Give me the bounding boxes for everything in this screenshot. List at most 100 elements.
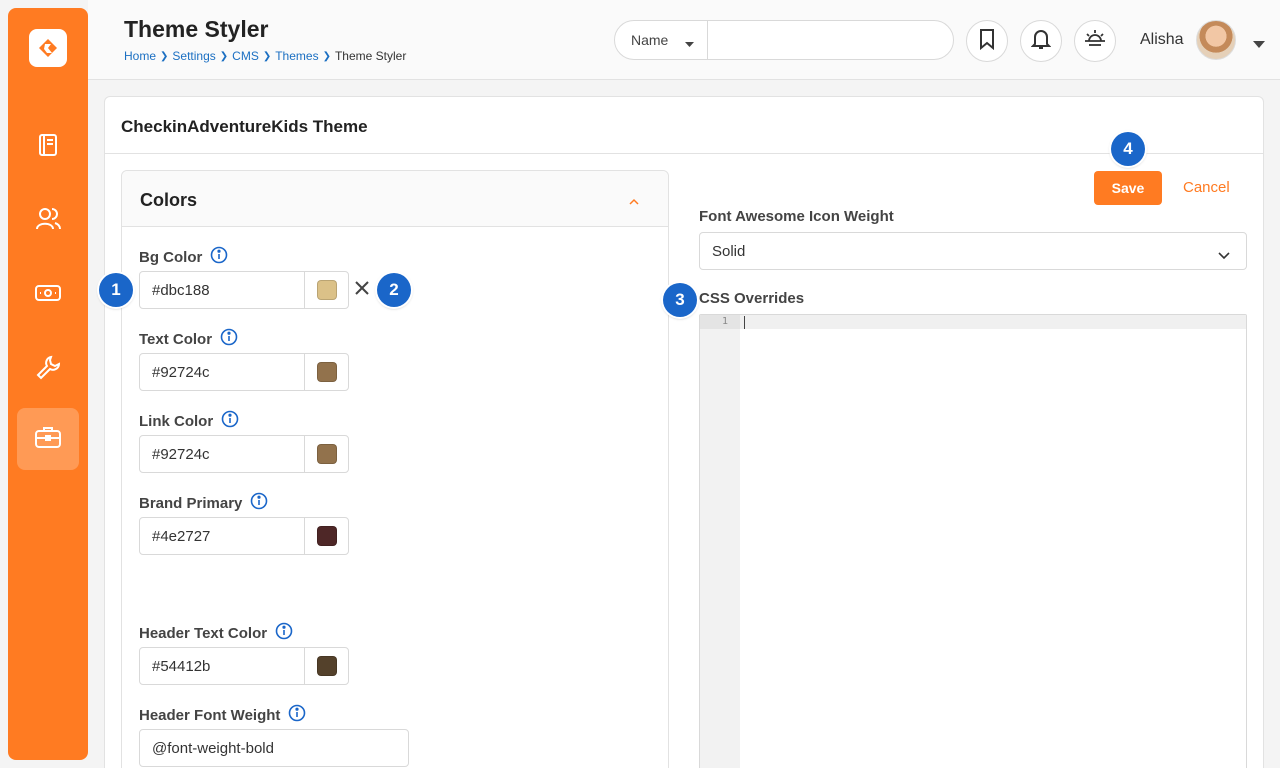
color-swatch: [317, 526, 337, 546]
bell-icon: [1030, 28, 1052, 55]
info-icon[interactable]: [210, 246, 228, 268]
info-icon[interactable]: [275, 622, 293, 644]
brand-primary-value[interactable]: #4e2727: [152, 528, 210, 545]
user-menu[interactable]: Alisha: [1128, 14, 1272, 66]
sidebar-item-people[interactable]: [17, 190, 79, 252]
info-icon[interactable]: [288, 704, 306, 726]
text-cursor: [744, 316, 745, 329]
info-icon[interactable]: [220, 328, 238, 350]
annotation-badge: 1: [99, 273, 133, 307]
bg-color-input[interactable]: #dbc188: [139, 271, 349, 309]
sidebar-item-admin[interactable]: [17, 408, 79, 470]
wrench-icon: [34, 353, 62, 386]
icon-weight-label: Font Awesome Icon Weight: [699, 208, 894, 225]
save-button[interactable]: Save: [1094, 171, 1162, 205]
icon-weight-select[interactable]: Solid: [699, 232, 1247, 270]
clear-icon[interactable]: [355, 281, 369, 300]
chevron-right-icon: ❯: [160, 50, 169, 62]
color-swatch: [317, 280, 337, 300]
chevron-down-icon: [1218, 247, 1230, 265]
sidebar-item-book[interactable]: [17, 116, 79, 178]
header-text-color-label-text: Header Text Color: [139, 624, 268, 642]
annotation-badge: 4: [1111, 132, 1145, 166]
page-header: Theme Styler Home ❯ Settings ❯ CMS ❯ The…: [88, 0, 1280, 80]
brand-primary-label: Brand Primary: [139, 492, 268, 514]
finance-icon: [34, 280, 62, 311]
sidebar-item-tools[interactable]: [17, 338, 79, 400]
people-icon: [34, 205, 62, 238]
text-color-value[interactable]: #92724c: [152, 364, 210, 381]
breadcrumb-themes[interactable]: Themes: [275, 49, 318, 63]
search-bar: Name: [614, 20, 954, 60]
avatar: [1196, 20, 1236, 60]
header-font-weight-value[interactable]: @font-weight-bold: [152, 740, 274, 757]
header-text-color-input[interactable]: #54412b: [139, 647, 349, 685]
header-font-weight-label: Header Font Weight: [139, 704, 306, 726]
bg-color-label: Bg Color: [139, 246, 228, 268]
link-color-value[interactable]: #92724c: [152, 446, 210, 463]
header-text-color-picker[interactable]: [304, 648, 349, 684]
annotation-badge: 2: [377, 273, 411, 307]
theme-toggle-button[interactable]: [1074, 20, 1116, 62]
breadcrumb-home[interactable]: Home: [124, 49, 156, 63]
color-swatch: [317, 362, 337, 382]
chevron-right-icon: ❯: [322, 50, 331, 62]
header-text-color-label: Header Text Color: [139, 622, 293, 644]
caret-down-icon: [684, 36, 695, 52]
bg-color-label-text: Bg Color: [139, 248, 203, 266]
briefcase-icon: [34, 424, 62, 455]
bg-color-value[interactable]: #dbc188: [152, 282, 210, 299]
page-title: Theme Styler: [124, 16, 269, 42]
icon-weight-value: Solid: [712, 243, 746, 260]
header-font-weight-label-text: Header Font Weight: [139, 706, 281, 724]
header-font-weight-input[interactable]: @font-weight-bold: [139, 729, 409, 767]
text-color-input[interactable]: #92724c: [139, 353, 349, 391]
link-color-input[interactable]: #92724c: [139, 435, 349, 473]
text-color-label: Text Color: [139, 328, 238, 350]
editor-gutter: [700, 315, 740, 768]
link-color-label: Link Color: [139, 410, 239, 432]
text-color-label-text: Text Color: [139, 330, 213, 348]
chevron-right-icon: ❯: [219, 50, 229, 62]
breadcrumb-settings[interactable]: Settings: [172, 49, 215, 63]
brand-primary-label-text: Brand Primary: [139, 494, 243, 512]
colors-section: Colors Bg Color #dbc188 Text Color #9272…: [121, 170, 669, 768]
brand-primary-picker[interactable]: [304, 518, 349, 554]
logo-icon[interactable]: [29, 29, 67, 67]
colors-title: Colors: [140, 190, 198, 210]
info-icon[interactable]: [250, 492, 268, 514]
search-type-label: Name: [631, 32, 669, 48]
icon-weight-label-text: Font Awesome Icon Weight: [699, 208, 894, 225]
bookmark-icon: [978, 28, 996, 55]
brand-primary-input[interactable]: #4e2727: [139, 517, 349, 555]
search-type-dropdown[interactable]: Name: [615, 21, 708, 59]
cancel-button[interactable]: Cancel: [1183, 179, 1230, 196]
sun-horizon-icon: [1083, 29, 1107, 54]
header-text-color-value[interactable]: #54412b: [152, 658, 210, 675]
link-color-label-text: Link Color: [139, 412, 214, 430]
notifications-button[interactable]: [1020, 20, 1062, 62]
css-overrides-editor[interactable]: 1: [699, 314, 1247, 768]
sidebar: [8, 8, 88, 760]
sidebar-item-finance[interactable]: [17, 264, 79, 326]
bg-color-picker[interactable]: [304, 272, 349, 308]
annotation-badge: 3: [663, 283, 697, 317]
text-color-picker[interactable]: [304, 354, 349, 390]
info-icon[interactable]: [221, 410, 239, 432]
panel-title: CheckinAdventureKids Theme: [121, 117, 368, 136]
breadcrumb: Home ❯ Settings ❯ CMS ❯ Themes ❯ Theme S…: [124, 49, 406, 63]
colors-section-header[interactable]: Colors: [122, 171, 668, 227]
link-color-picker[interactable]: [304, 436, 349, 472]
breadcrumb-cms[interactable]: CMS: [232, 49, 259, 63]
chevron-up-icon[interactable]: [628, 193, 640, 211]
color-swatch: [317, 444, 337, 464]
css-overrides-label-text: CSS Overrides: [699, 290, 805, 307]
css-overrides-label: CSS Overrides: [699, 290, 804, 307]
caret-down-icon: [1252, 36, 1266, 54]
search-input[interactable]: [715, 21, 947, 59]
bookmark-button[interactable]: [966, 20, 1008, 62]
chevron-right-icon: ❯: [262, 50, 272, 62]
color-swatch: [317, 656, 337, 676]
active-line: [740, 315, 1246, 329]
divider: [105, 153, 1263, 154]
